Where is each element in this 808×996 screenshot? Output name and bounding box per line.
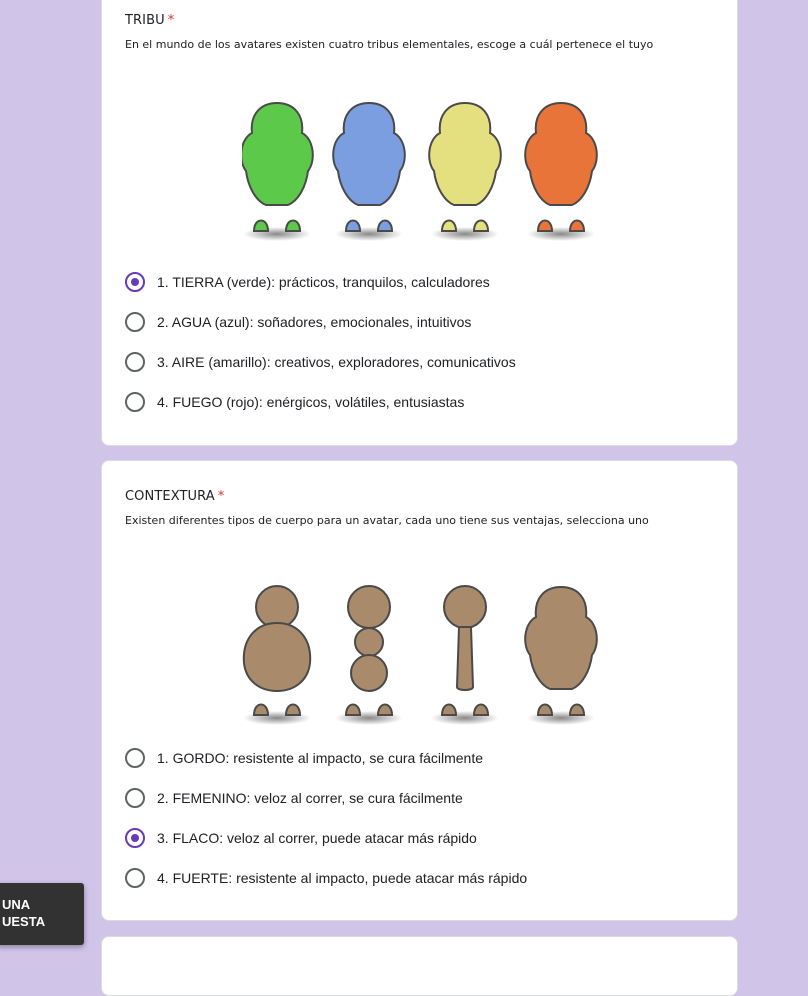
avatar-fuerte-figure [524, 585, 598, 725]
question-title-text: CONTEXTURA [125, 489, 215, 504]
question-title-text: TRIBU [125, 13, 165, 28]
option-fuerte[interactable]: 4. FUERTE: resistente al impacto, puede … [125, 866, 527, 890]
option-femenino[interactable]: 2. FEMENINO: veloz al correr, se cura fá… [125, 786, 463, 810]
radio-button[interactable] [125, 788, 145, 808]
required-asterisk: * [217, 489, 225, 504]
avatar-yellow-figure [428, 101, 502, 241]
radio-button[interactable] [125, 748, 145, 768]
radio-button[interactable] [125, 392, 145, 412]
avatar-flaco-figure [431, 585, 499, 725]
radio-button[interactable] [125, 312, 145, 332]
required-asterisk: * [167, 13, 175, 28]
avatar-gordo-figure [242, 585, 312, 725]
option-label: 2. AGUA (azul): soñadores, emocionales, … [157, 314, 472, 330]
question-description: En el mundo de los avatares existen cuat… [125, 38, 654, 51]
option-fuego[interactable]: 4. FUEGO (rojo): enérgicos, volátiles, e… [125, 390, 464, 414]
option-gordo[interactable]: 1. GORDO: resistente al impacto, se cura… [125, 746, 483, 770]
radio-button-checked[interactable] [125, 272, 145, 292]
option-flaco[interactable]: 3. FLACO: veloz al correr, puede atacar … [125, 826, 477, 850]
radio-button-checked[interactable] [125, 828, 145, 848]
question-description: Existen diferentes tipos de cuerpo para … [125, 514, 649, 527]
contextura-avatars-image [242, 585, 598, 725]
question-title: CONTEXTURA * [125, 489, 224, 504]
option-label: 4. FUERTE: resistente al impacto, puede … [157, 870, 528, 886]
question-title: TRIBU * [125, 13, 174, 28]
option-agua[interactable]: 2. AGUA (azul): soñadores, emocionales, … [125, 310, 471, 334]
option-label: 1. TIERRA (verde): prácticos, tranquilos… [157, 274, 490, 290]
floating-toast-button[interactable]: UNA UESTA [0, 883, 84, 945]
option-aire[interactable]: 3. AIRE (amarillo): creativos, explorado… [125, 350, 516, 374]
question-card-next [101, 936, 738, 996]
tribu-avatars-image [242, 101, 598, 241]
option-label: 4. FUEGO (rojo): enérgicos, volátiles, e… [157, 394, 465, 410]
question-card-tribu: TRIBU * En el mundo de los avatares exist… [101, 0, 738, 446]
option-label: 3. AIRE (amarillo): creativos, explorado… [157, 354, 516, 370]
option-label: 1. GORDO: resistente al impacto, se cura… [157, 750, 484, 766]
option-label: 2. FEMENINO: veloz al correr, se cura fá… [157, 790, 463, 806]
option-label: 3. FLACO: veloz al correr, puede atacar … [157, 830, 477, 846]
radio-button[interactable] [125, 868, 145, 888]
option-tierra[interactable]: 1. TIERRA (verde): prácticos, tranquilos… [125, 270, 490, 294]
avatar-green-figure [242, 101, 314, 241]
avatar-orange-figure [524, 101, 598, 241]
toast-line-1: UNA [2, 897, 31, 912]
avatar-blue-figure [332, 101, 406, 241]
toast-line-2: UESTA [2, 914, 46, 929]
avatar-femenino-figure [335, 585, 403, 725]
question-card-contextura: CONTEXTURA * Existen diferentes tipos de … [101, 460, 738, 921]
radio-button[interactable] [125, 352, 145, 372]
